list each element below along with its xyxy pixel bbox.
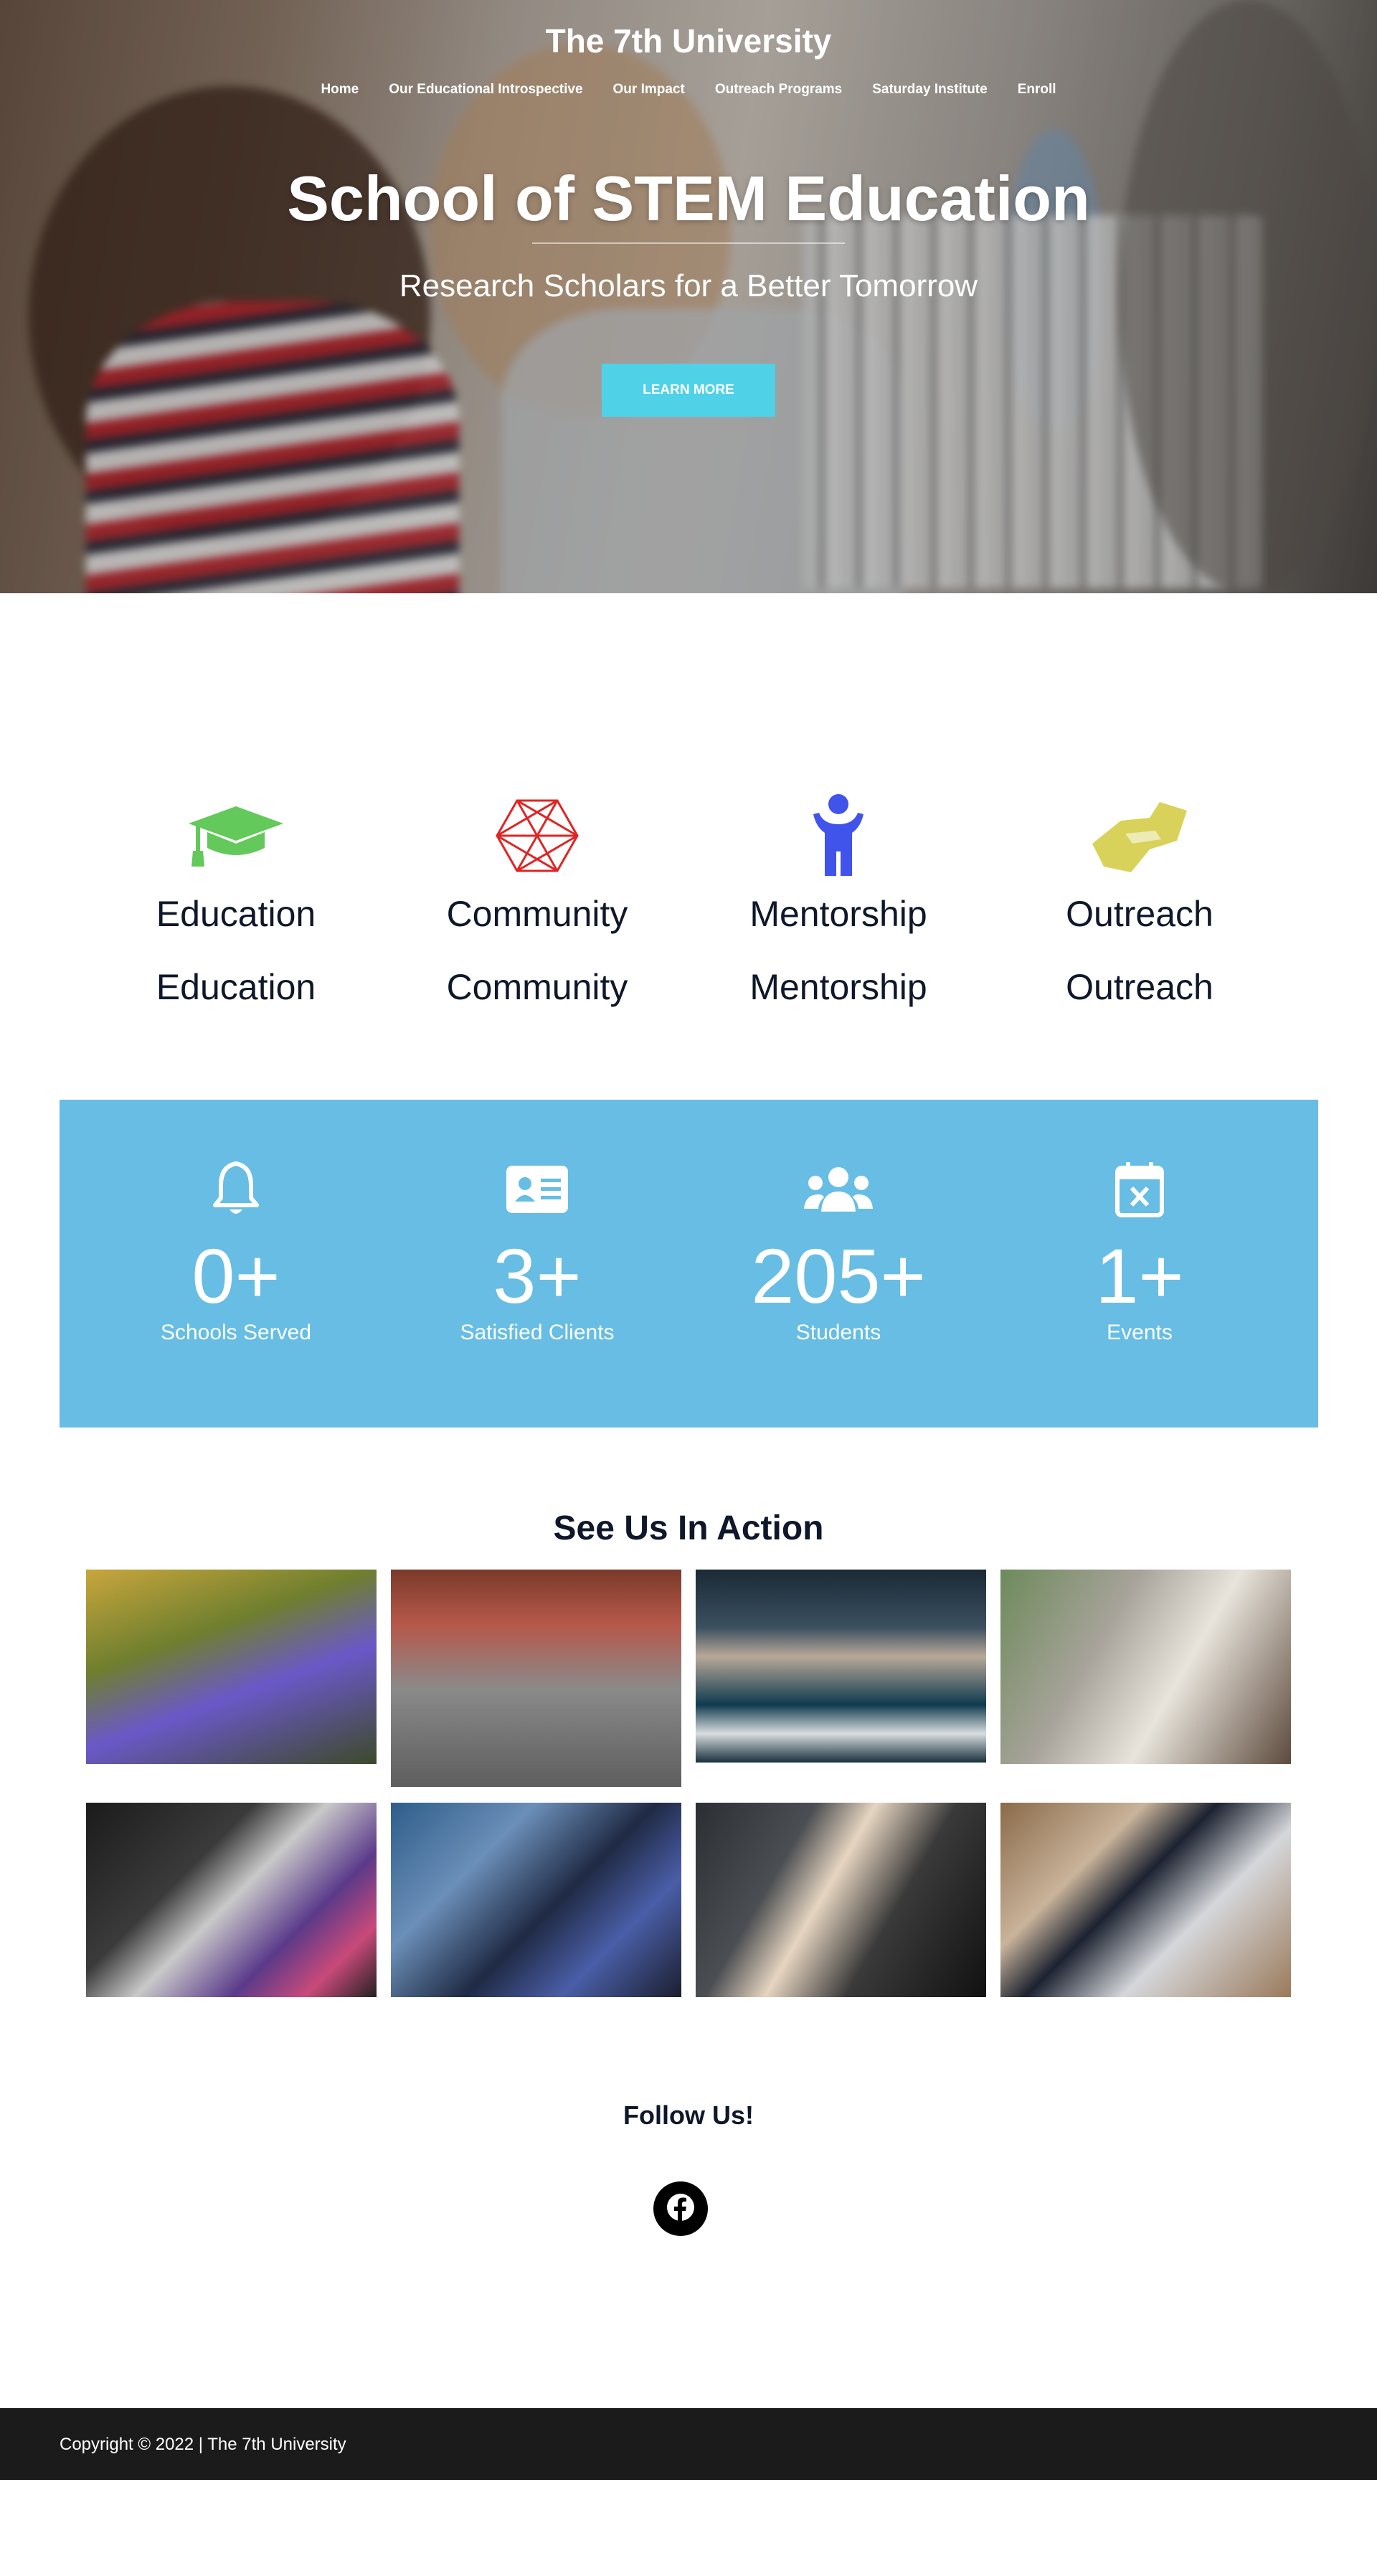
hero-section: The 7th University Home Our Educational …	[0, 0, 1377, 593]
stat-schools-served: 0+ Schools Served	[93, 1157, 379, 1345]
person-icon	[688, 789, 989, 882]
gallery-photo[interactable]	[391, 1803, 681, 1997]
copyright-text: Copyright © 2022 | The 7th University	[60, 2435, 346, 2454]
stat-students: 205+ Students	[695, 1157, 982, 1345]
hero-subtitle: Research Scholars for a Better Tomorrow	[399, 268, 978, 303]
hero-title: School of STEM Education	[287, 163, 1090, 234]
id-card-icon	[394, 1157, 681, 1222]
nav-educational-introspective[interactable]: Our Educational Introspective	[374, 82, 597, 98]
nav-saturday-institute[interactable]: Saturday Institute	[857, 82, 1002, 98]
nav-our-impact[interactable]: Our Impact	[598, 82, 700, 98]
stat-events: 1+ Events	[996, 1157, 1283, 1345]
stat-label: Schools Served	[160, 1321, 312, 1344]
gallery-photo[interactable]	[1000, 1803, 1291, 1997]
site-brand[interactable]: The 7th University	[0, 22, 1377, 60]
feature-title: Community	[446, 894, 628, 934]
feature-mentorship: Mentorship Mentorship	[688, 789, 989, 1010]
feature-title: Education	[156, 894, 316, 934]
gallery-photo[interactable]	[1000, 1570, 1291, 1764]
nav-home[interactable]: Home	[306, 82, 374, 98]
features-section: Education Education Community Community	[0, 789, 1377, 1026]
learn-more-button[interactable]: LEARN MORE	[602, 364, 775, 417]
nav-enroll[interactable]: Enroll	[1003, 82, 1071, 98]
gallery-photo[interactable]	[391, 1570, 681, 1787]
feature-outreach: Outreach Outreach	[989, 789, 1290, 1010]
feature-subtitle: Mentorship	[749, 967, 927, 1007]
gallery-photo[interactable]	[86, 1803, 377, 1997]
graduation-cap-icon	[85, 789, 387, 882]
feature-community: Community Community	[387, 789, 688, 1010]
feature-education: Education Education	[85, 789, 387, 1010]
gallery-photo[interactable]	[86, 1570, 377, 1764]
feature-title: Outreach	[1066, 894, 1213, 934]
bell-icon	[93, 1157, 379, 1222]
stat-label: Satisfied Clients	[460, 1321, 615, 1344]
stat-value: 0+	[191, 1232, 280, 1319]
gallery-photo[interactable]	[696, 1570, 986, 1763]
follow-title: Follow Us!	[623, 2100, 754, 2130]
stat-value: 3+	[493, 1232, 582, 1319]
nav-outreach-programs[interactable]: Outreach Programs	[700, 82, 857, 98]
gallery-title: See Us In Action	[553, 1509, 824, 1547]
stat-label: Students	[795, 1321, 881, 1344]
stat-value: 1+	[1095, 1232, 1184, 1319]
network-icon	[387, 789, 688, 882]
feature-subtitle: Education	[156, 967, 316, 1007]
facebook-button[interactable]	[653, 2181, 708, 2236]
calendar-x-icon	[996, 1157, 1283, 1222]
stats-panel: 0+ Schools Served 3+ Satisfied Clients 2…	[60, 1100, 1318, 1428]
feature-subtitle: Outreach	[1066, 967, 1213, 1007]
site-footer: Copyright © 2022 | The 7th University	[0, 2408, 1377, 2480]
stat-satisfied-clients: 3+ Satisfied Clients	[394, 1157, 681, 1345]
feature-subtitle: Community	[446, 967, 628, 1007]
gallery-photo[interactable]	[696, 1803, 986, 1997]
stat-value: 205+	[751, 1232, 926, 1319]
main-nav: Home Our Educational Introspective Our I…	[0, 82, 1377, 98]
stat-label: Events	[1107, 1321, 1173, 1344]
feature-title: Mentorship	[749, 894, 927, 934]
handshake-icon	[989, 789, 1290, 882]
facebook-icon	[666, 2193, 695, 2225]
hero-divider	[532, 242, 845, 244]
users-icon	[695, 1157, 982, 1222]
